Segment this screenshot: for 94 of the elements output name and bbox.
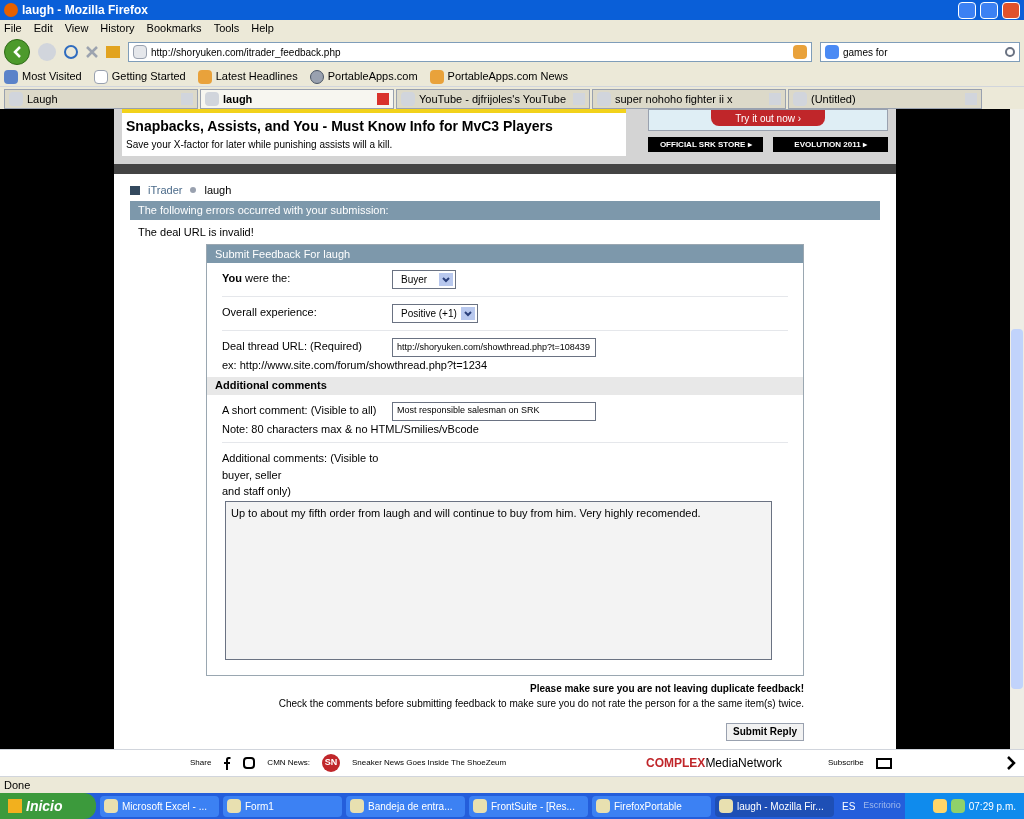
menu-item[interactable]: Tools: [213, 20, 240, 37]
search-field[interactable]: games for: [820, 42, 1020, 62]
menu-item[interactable]: Help: [251, 20, 274, 37]
field-label: Overall experience:: [222, 305, 318, 320]
taskbar-item[interactable]: laugh - Mozilla Fir...: [715, 795, 834, 817]
browser-tab[interactable]: super nohoho fighter ii x: [592, 89, 786, 109]
promo-button[interactable]: Try it out now ›: [711, 110, 826, 126]
address-field[interactable]: http://shoryuken.com/itrader_feedback.php: [128, 42, 812, 62]
language-indicator: ES: [841, 799, 857, 814]
brand-logo: COMPLEXMediaNetwork: [646, 755, 784, 772]
promo-link[interactable]: OFFICIAL SRK STORE ▸: [648, 137, 764, 152]
status-text: Done: [4, 777, 31, 793]
maximize-button[interactable]: [980, 1, 998, 19]
next-icon[interactable]: [1007, 756, 1016, 770]
browser-tab[interactable]: Laugh: [4, 89, 198, 109]
menu-item[interactable]: Edit: [33, 20, 53, 37]
dropdown-icon: [439, 273, 454, 286]
error-message: The deal URL is invalid!: [137, 224, 255, 240]
app-icon: [596, 799, 610, 813]
warning-text: Check the comments before submitting feedback to make sure you do not rate the person for a the same item(s) twice.: [278, 696, 804, 711]
app-icon: [227, 799, 241, 813]
url-text: http://shoryuken.com/itrader_feedback.php: [151, 45, 342, 60]
section-header: Additional comments: [207, 376, 803, 395]
tab-label: (Untitled): [811, 91, 857, 107]
experience-select[interactable]: Positive (+1): [392, 304, 478, 323]
menu-item[interactable]: View: [64, 20, 89, 37]
bookmark-link[interactable]: Latest Headlines: [215, 68, 298, 85]
share-label: Share: [190, 757, 212, 769]
short-comment-input[interactable]: Most responsible salesman on SRK: [392, 401, 596, 421]
clock: 07:29 p.m.: [968, 799, 1016, 814]
tray-icon: [950, 799, 965, 813]
dropdown-icon: [460, 307, 475, 320]
page-icon: [93, 69, 108, 84]
field-label: Additional comments: (Visible to buyer, seller and staff only): [222, 451, 380, 499]
submit-button[interactable]: Submit Reply: [726, 722, 804, 741]
app-icon: [350, 799, 364, 813]
tab-favicon: [205, 92, 219, 106]
browser-tab[interactable]: YouTube - djfrijoles's YouTube: [396, 89, 590, 109]
separator-icon: [190, 187, 197, 194]
field-label: Deal thread URL: (Required): [222, 339, 363, 354]
promo-link[interactable]: EVOLUTION 2011 ▸: [773, 137, 888, 152]
tray-icon: [932, 799, 947, 813]
desktop-toolbar: Escritorio: [863, 799, 901, 813]
forward-icon: [38, 43, 56, 61]
back-button[interactable]: [4, 39, 30, 65]
bookmark-link[interactable]: Getting Started: [111, 68, 186, 85]
warning-title: Please make sure you are not leaving duplicate feedback!: [530, 681, 804, 696]
tab-label: YouTube - djfrijoles's YouTube: [419, 91, 568, 107]
form-header: Submit Feedback For laugh: [207, 245, 803, 263]
browser-tab[interactable]: (Untitled): [788, 89, 982, 109]
taskbar-item[interactable]: Bandeja de entra...: [346, 795, 465, 817]
field-hint: ex: http://www.site.com/forum/showthread.php?t=1234: [222, 358, 489, 373]
tab-label: laugh: [223, 91, 254, 107]
breadcrumb-current: laugh: [204, 183, 232, 198]
comments-textarea[interactable]: Up to about my fifth order from laugh and will continue to buy from him. Very highly recomended.: [225, 500, 772, 660]
facebook-icon[interactable]: [223, 756, 232, 770]
breadcrumb-link[interactable]: iTrader: [148, 182, 183, 199]
menu-item[interactable]: File: [4, 20, 22, 37]
app-icon: [719, 799, 733, 813]
bookmark-link[interactable]: PortableApps.com News: [447, 68, 568, 85]
field-label: You were the:: [222, 271, 292, 286]
news-link[interactable]: Sneaker News Goes Inside The ShoeZeum: [352, 757, 635, 769]
tab-label: Laugh: [27, 91, 59, 107]
bookmark-link[interactable]: PortableApps.com: [327, 68, 418, 85]
minimize-button[interactable]: [958, 1, 976, 19]
taskbar-item[interactable]: FirefoxPortable: [592, 795, 711, 817]
news-label: CMN News:: [267, 757, 311, 769]
error-header: The following errors occurred with your submission:: [130, 200, 880, 220]
menu-item[interactable]: History: [100, 20, 135, 37]
subscribe-label: Subscribe: [828, 757, 864, 769]
banner-headline: Snapbacks, Assists, and You - Must Know Info for MvC3 Players: [126, 117, 554, 136]
role-select[interactable]: Buyer: [392, 270, 457, 289]
app-icon: [473, 799, 487, 813]
taskbar-item[interactable]: Microsoft Excel - ...: [100, 795, 219, 817]
tab-label: super nohoho fighter ii x: [615, 91, 734, 107]
bookmark-link[interactable]: Most Visited: [22, 68, 82, 85]
url-input[interactable]: http://shoryuken.com/showthread.php?t=108439: [392, 338, 596, 357]
taskbar-item[interactable]: FrontSuite - [Res...: [469, 795, 588, 817]
field-label: A short comment: (Visible to all): [222, 402, 378, 418]
close-button[interactable]: [1002, 1, 1020, 19]
browser-tab[interactable]: laugh: [200, 89, 394, 109]
app-icon: [104, 799, 118, 813]
scrollbar[interactable]: [1010, 109, 1024, 749]
window-title: laugh - Mozilla Firefox: [22, 2, 148, 19]
start-button[interactable]: Inicio: [0, 793, 96, 819]
menu-item[interactable]: Bookmarks: [146, 20, 202, 37]
taskbar-item[interactable]: Form1: [223, 795, 342, 817]
news-badge: SN: [322, 754, 341, 772]
promo-banner[interactable]: Snapbacks, Assists, and You - Must Know Info for MvC3 Players Save your X-factor for later while punishing assists will a kill.: [122, 109, 627, 156]
banner-subline: Save your X-factor for later while punishing assists will a kill.: [126, 138, 394, 152]
search-text: games for: [843, 45, 889, 60]
stop-icon: [86, 46, 98, 58]
page-icon: [133, 45, 147, 59]
field-hint: Note: 80 characters max & no HTML/Smilies/vBcode: [222, 420, 788, 443]
